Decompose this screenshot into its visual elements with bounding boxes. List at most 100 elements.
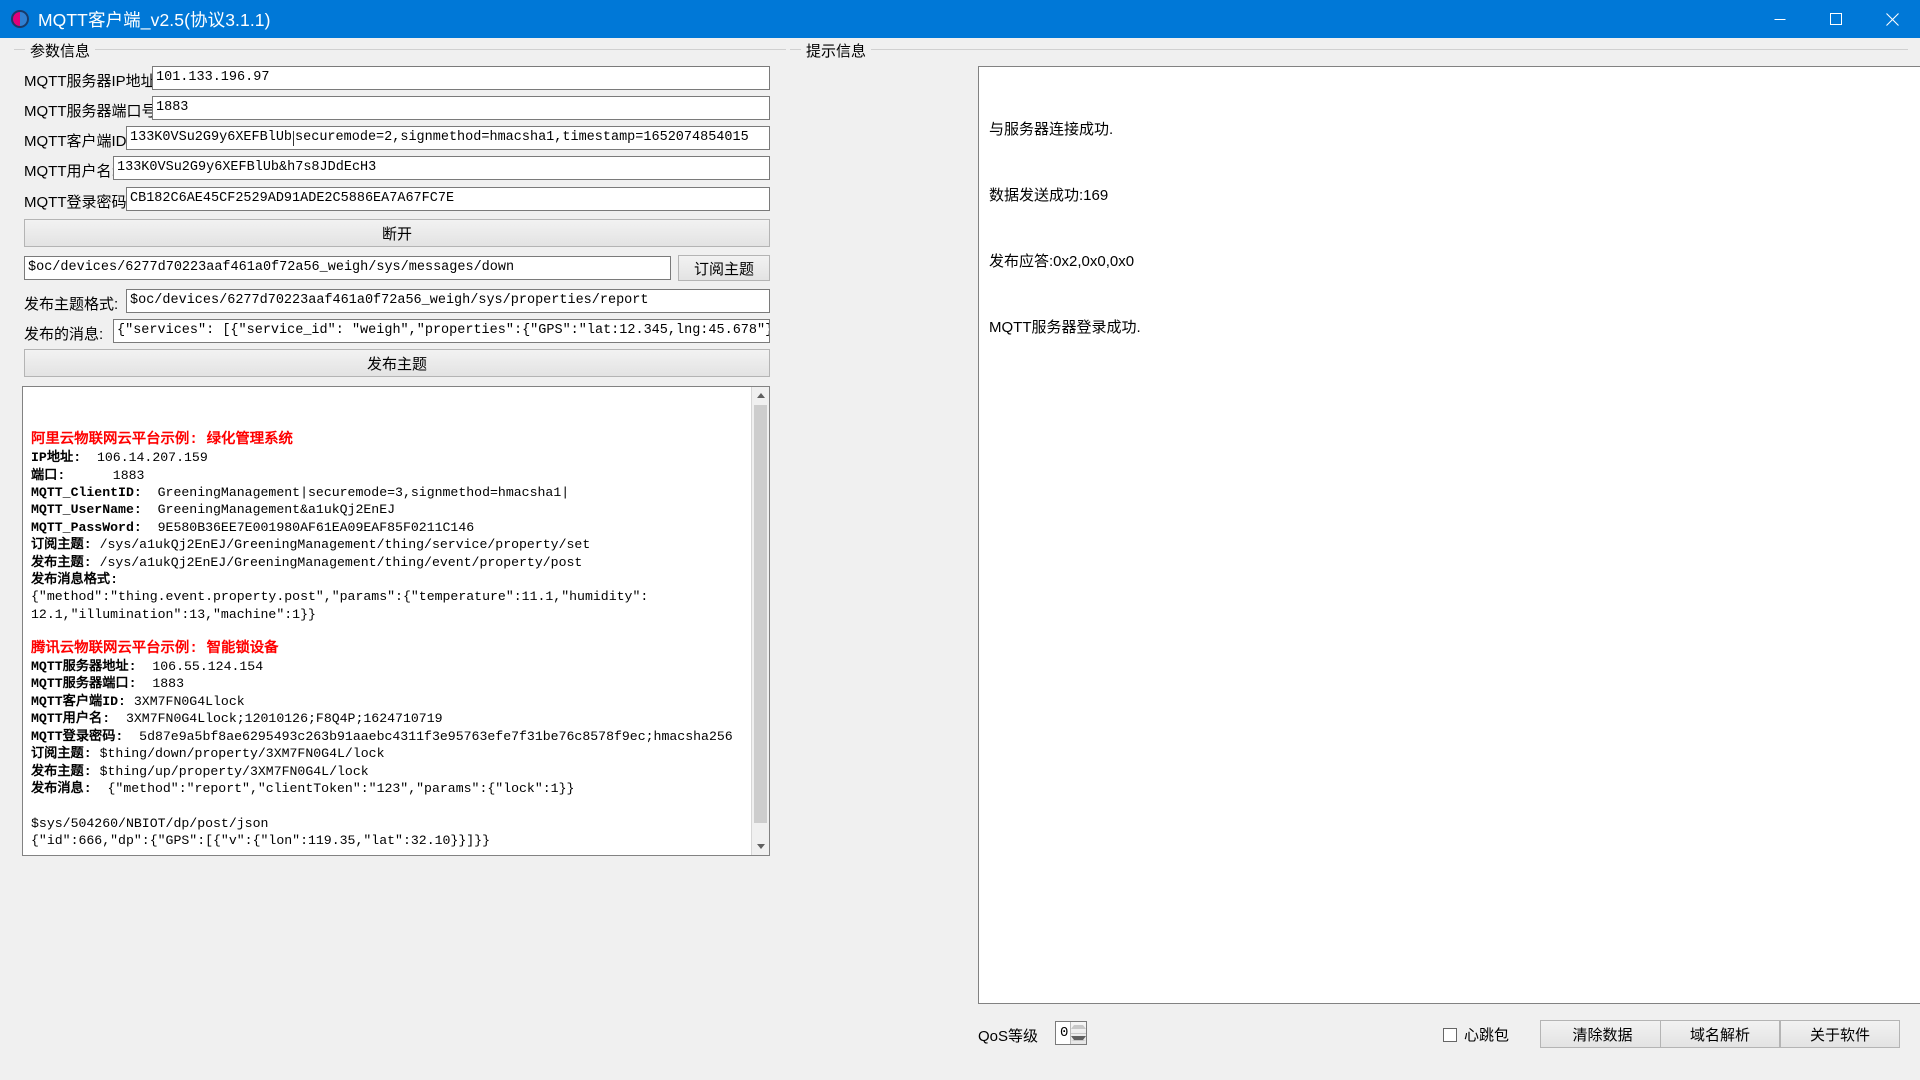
publish-button[interactable]: 发布主题 xyxy=(24,349,770,377)
log-line: 数据发送成功:169 xyxy=(989,187,1109,204)
tencent-row: 发布主题: $thing/up/property/3XM7FN0G4L/lock xyxy=(31,763,746,780)
label-server-port: MQTT服务器端口号: xyxy=(24,103,161,120)
scroll-down-arrow-icon[interactable] xyxy=(752,838,769,855)
aliyun-row: MQTT_UserName: GreeningManagement&a1ukQj… xyxy=(31,501,746,518)
subscribe-button[interactable]: 订阅主题 xyxy=(678,255,770,281)
aliyun-row-key: 端口: xyxy=(31,467,66,483)
password-input[interactable]: CB182C6AE45CF2529AD91ADE2C5886EA7A67FC7E xyxy=(126,187,770,211)
heartbeat-label: 心跳包 xyxy=(1464,1027,1510,1044)
tencent-row: MQTT用户名: 3XM7FN0G4Llock;12010126;F8Q4P;1… xyxy=(31,710,746,727)
about-button[interactable]: 关于软件 xyxy=(1780,1020,1900,1048)
server-port-value: 1883 xyxy=(156,100,189,116)
dns-resolve-button[interactable]: 域名解析 xyxy=(1660,1020,1780,1048)
aliyun-row-value: 106.14.207.159 xyxy=(81,450,208,466)
client-id-value-head: 133K0VSu2G9y6XEFBlUb xyxy=(130,130,293,146)
label-username: MQTT用户名: xyxy=(24,163,116,180)
tencent-row-key: MQTT用户名: xyxy=(31,711,111,727)
tencent-row: MQTT登录密码: 5d87e9a5bf8ae6295493c263b91aae… xyxy=(31,728,746,745)
log-line: 发布应答:0x2,0x0,0x0 xyxy=(989,253,1135,270)
aliyun-heading: 阿里云物联网云平台示例: 绿化管理系统 xyxy=(31,431,293,448)
aliyun-message-line1: {"method":"thing.event.property.post","p… xyxy=(31,589,649,605)
disconnect-button[interactable]: 断开 xyxy=(24,219,770,247)
stepper-down-icon[interactable] xyxy=(1071,1034,1086,1045)
aliyun-message-line2: 12.1,"illumination":13,"machine":1}} xyxy=(31,606,316,622)
aliyun-row-key: 发布主题: xyxy=(31,554,92,570)
client-id-input[interactable]: 133K0VSu2G9y6XEFBlUb securemode=2,signmet… xyxy=(126,126,770,150)
params-groupbox-title: 参数信息 xyxy=(25,40,96,61)
tencent-row-value: 3XM7FN0G4Llock xyxy=(125,693,245,709)
aliyun-row-key: MQTT_PassWord: xyxy=(31,519,142,535)
server-port-input[interactable]: 1883 xyxy=(152,96,770,120)
window-title: MQTT客户端_v2.5(协议3.1.1) xyxy=(38,9,271,30)
publish-topic-input[interactable]: $oc/devices/6277d70223aaf461a0f72a56_wei… xyxy=(126,289,770,313)
extra-line2: {"id":666,"dp":{"GPS":[{"v":{"lon":119.3… xyxy=(31,833,490,849)
checkbox-box[interactable] xyxy=(1443,1027,1457,1042)
username-value: 133K0VSu2G9y6XEFBlUb&h7s8JDdEcH3 xyxy=(117,160,377,176)
tencent-row-value: $thing/up/property/3XM7FN0G4L/lock xyxy=(91,763,369,779)
maximize-icon[interactable] xyxy=(1808,0,1864,38)
groupbox-divider xyxy=(790,49,1908,50)
tencent-row: MQTT客户端ID: 3XM7FN0G4Llock xyxy=(31,693,746,710)
qos-value: 0 xyxy=(1060,1025,1069,1041)
tencent-row: 发布消息: {"method":"report","clientToken":"… xyxy=(31,780,746,797)
tencent-row-key: 发布主题: xyxy=(31,763,92,779)
tencent-row: MQTT服务器端口: 1883 xyxy=(31,675,746,692)
scrollbar-thumb[interactable] xyxy=(754,405,767,823)
label-server-ip: MQTT服务器IP地址: xyxy=(24,73,160,90)
groupbox-divider xyxy=(14,49,786,50)
aliyun-row-value: /sys/a1ukQj2EnEJ/GreeningManagement/thin… xyxy=(91,537,591,553)
examples-scrollbar[interactable] xyxy=(751,387,769,855)
heartbeat-checkbox[interactable]: 心跳包 xyxy=(1443,1024,1509,1045)
minimize-icon[interactable] xyxy=(1752,0,1808,38)
close-icon[interactable] xyxy=(1864,0,1920,38)
hints-groupbox-title: 提示信息 xyxy=(801,40,872,61)
label-client-id: MQTT客户端ID: xyxy=(24,133,131,150)
aliyun-row-value: 1883 xyxy=(65,467,145,483)
aliyun-row: 发布主题: /sys/a1ukQj2EnEJ/GreeningManagemen… xyxy=(31,554,746,571)
aliyun-row: 发布消息格式: xyxy=(31,571,746,588)
examples-text: 阿里云物联网云平台示例: 绿化管理系统 IP地址: 106.14.207.159 端… xyxy=(23,387,752,855)
mqtt-client-window: MQTT客户端_v2.5(协议3.1.1) 参数信息 MQTT服务器IP地址: … xyxy=(0,0,1920,1080)
app-icon xyxy=(11,10,29,28)
server-ip-input[interactable]: 101.133.196.97 xyxy=(152,66,770,90)
extra-line1: $sys/504260/NBIOT/dp/post/json xyxy=(31,815,269,831)
examples-panel[interactable]: 阿里云物联网云平台示例: 绿化管理系统 IP地址: 106.14.207.159 端… xyxy=(22,386,770,856)
tencent-heading: 腾讯云物联网云平台示例: 智能锁设备 xyxy=(31,640,279,657)
tencent-row-value: 3XM7FN0G4Llock;12010126;F8Q4P;1624710719 xyxy=(110,711,443,727)
aliyun-row: IP地址: 106.14.207.159 xyxy=(31,449,746,466)
title-bar: MQTT客户端_v2.5(协议3.1.1) xyxy=(0,0,1920,38)
publish-topic-value: $oc/devices/6277d70223aaf461a0f72a56_wei… xyxy=(130,293,649,309)
publish-message-input[interactable]: {"services": [{"service_id": "weigh","pr… xyxy=(113,319,770,343)
window-controls xyxy=(1752,0,1920,38)
subscribe-topic-input[interactable]: $oc/devices/6277d70223aaf461a0f72a56_wei… xyxy=(24,256,671,280)
aliyun-row: 端口: 1883 xyxy=(31,467,746,484)
aliyun-row-key: 发布消息格式: xyxy=(31,572,119,588)
publish-message-value: {"services": [{"service_id": "weigh","pr… xyxy=(117,323,770,339)
aliyun-row-key: IP地址: xyxy=(31,450,82,466)
clear-data-button[interactable]: 清除数据 xyxy=(1540,1020,1665,1048)
text-caret xyxy=(293,130,295,146)
label-publish-topic: 发布主题格式: xyxy=(24,296,119,313)
aliyun-row: MQTT_PassWord: 9E580B36EE7E001980AF61EA0… xyxy=(31,519,746,536)
label-publish-message: 发布的消息: xyxy=(24,326,104,343)
tencent-row-key: MQTT客户端ID: xyxy=(31,693,126,709)
stepper-up-icon[interactable] xyxy=(1071,1022,1086,1034)
scroll-up-arrow-icon[interactable] xyxy=(752,387,769,404)
qos-stepper[interactable]: 0 xyxy=(1055,1021,1087,1045)
log-line: MQTT服务器登录成功. xyxy=(989,319,1141,336)
username-input[interactable]: 133K0VSu2G9y6XEFBlUb&h7s8JDdEcH3 xyxy=(113,156,770,180)
tencent-row-key: MQTT服务器端口: xyxy=(31,676,137,692)
aliyun-row-value: 9E580B36EE7E001980AF61EA09EAF85F0211C146 xyxy=(141,519,475,535)
aliyun-row-key: MQTT_ClientID: xyxy=(31,485,142,501)
password-value: CB182C6AE45CF2529AD91ADE2C5886EA7A67FC7E xyxy=(130,191,455,207)
tencent-row-key: MQTT登录密码: xyxy=(31,728,124,744)
qos-stepper-arrows[interactable] xyxy=(1070,1022,1086,1044)
aliyun-row-value: GreeningManagement|securemode=3,signmeth… xyxy=(141,485,570,501)
aliyun-row-value: /sys/a1ukQj2EnEJ/GreeningManagement/thin… xyxy=(91,554,583,570)
tencent-row-value: 1883 xyxy=(136,676,184,692)
tencent-row-value: $thing/down/property/3XM7FN0G4L/lock xyxy=(91,746,385,762)
aliyun-row-key: MQTT_UserName: xyxy=(31,502,142,518)
tencent-row-value: 106.55.124.154 xyxy=(136,659,264,675)
subscribe-topic-value: $oc/devices/6277d70223aaf461a0f72a56_wei… xyxy=(28,260,515,276)
log-output[interactable]: 与服务器连接成功. 数据发送成功:169 发布应答:0x2,0x0,0x0 MQ… xyxy=(978,66,1920,1004)
